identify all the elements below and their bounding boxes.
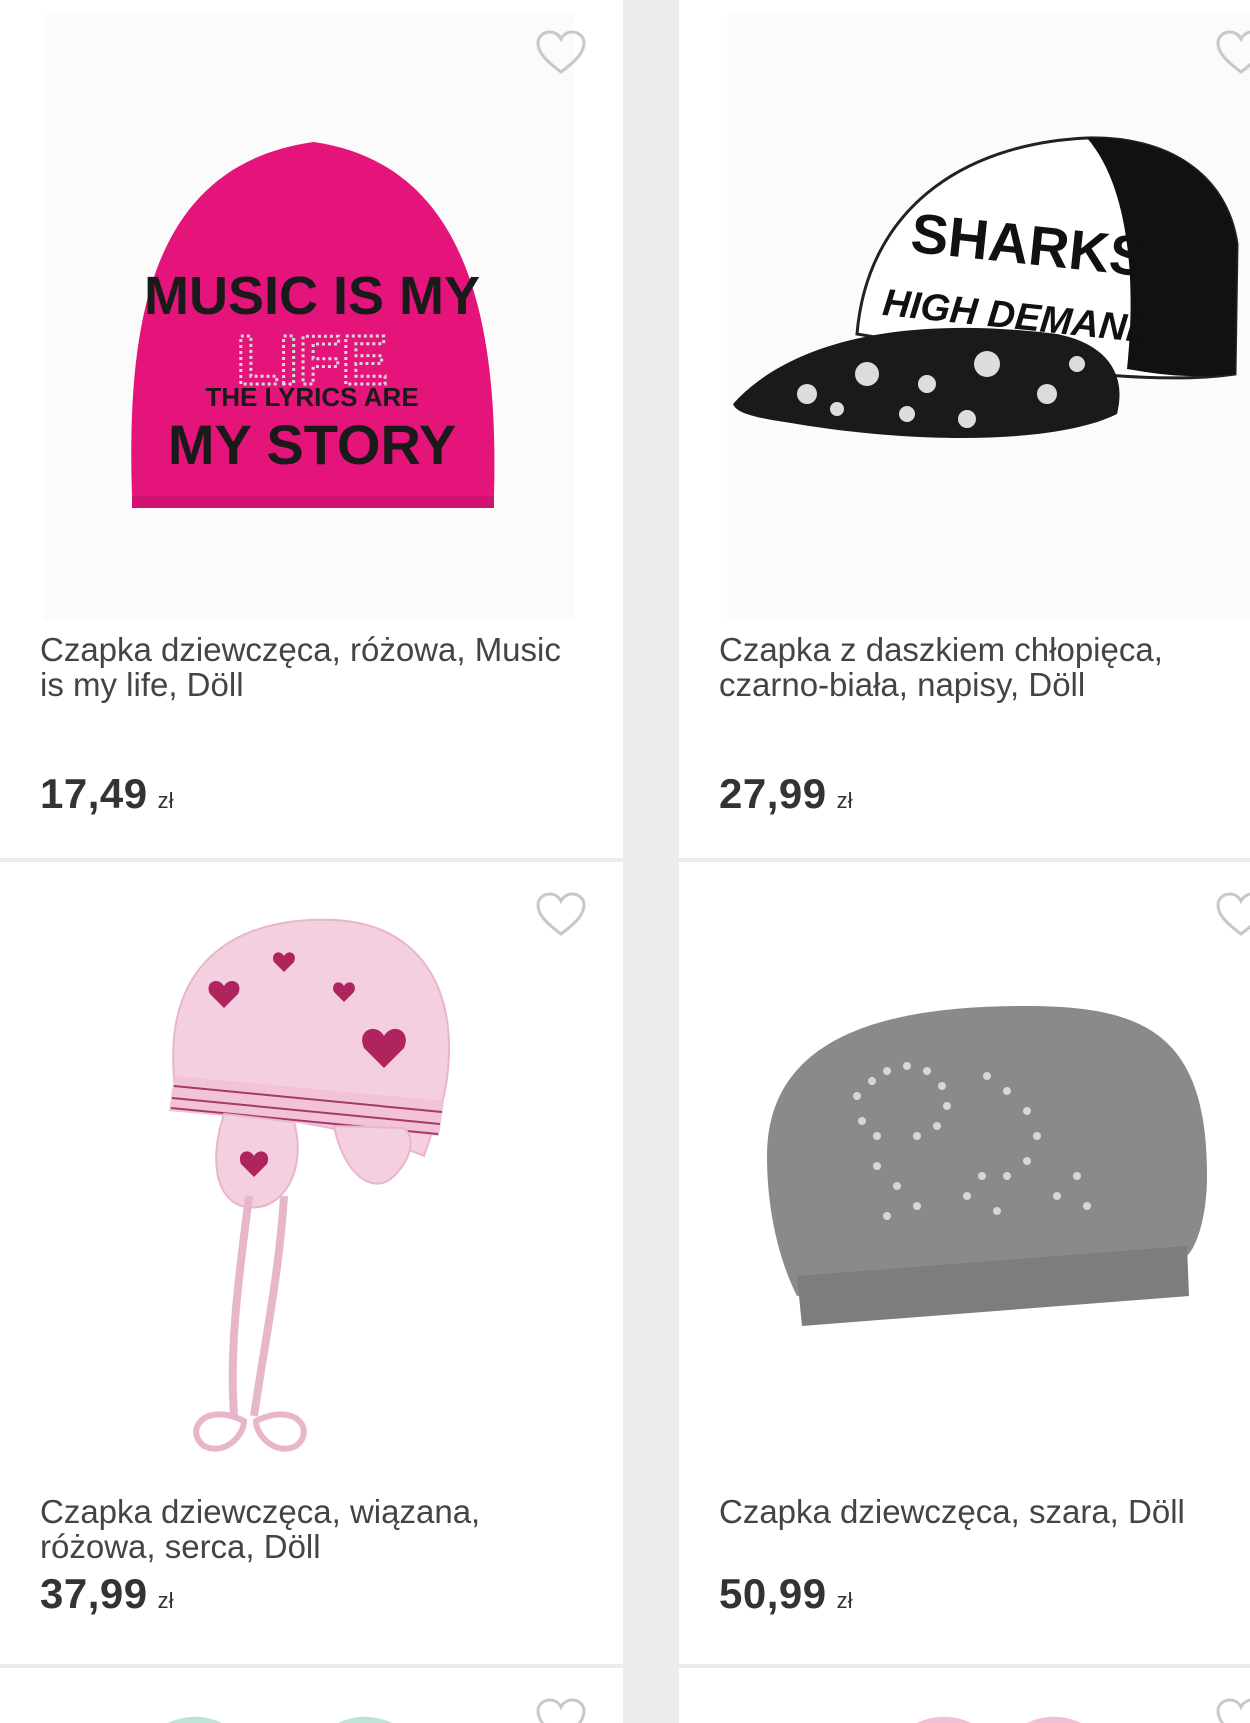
heart-outline-icon[interactable]	[1215, 30, 1250, 76]
print-line-1: MUSIC IS MY	[144, 266, 480, 326]
product-grid: MUSIC IS MY LIFE THE LYRICS ARE MY STORY…	[0, 0, 1250, 1723]
price-amount: 27,99	[719, 770, 827, 817]
product-title[interactable]: Czapka dziewczęca, różowa, Music is my l…	[40, 632, 580, 702]
pink-hearts-hat-image	[169, 918, 451, 1452]
product-image[interactable]	[44, 876, 574, 1482]
heart-outline-icon[interactable]	[535, 30, 587, 76]
product-price: 27,99 zł	[719, 770, 853, 818]
product-image[interactable]	[727, 876, 1250, 1482]
price-currency: zł	[157, 788, 174, 813]
price-amount: 17,49	[40, 770, 148, 817]
price-currency: zł	[836, 788, 853, 813]
heart-outline-icon[interactable]	[1215, 892, 1250, 938]
product-image-partial	[917, 1716, 1081, 1723]
price-currency: zł	[836, 1588, 853, 1613]
product-price: 37,99 zł	[40, 1570, 174, 1618]
price-amount: 50,99	[719, 1570, 827, 1617]
product-card[interactable]: SHARKS HIGH DEMAND Czapka z daszkiem chł…	[679, 0, 1250, 858]
product-image[interactable]: MUSIC IS MY LIFE THE LYRICS ARE MY STORY	[44, 14, 574, 620]
product-image[interactable]: SHARKS HIGH DEMAND	[727, 14, 1250, 620]
product-card[interactable]: Czapka dziewczęca, szara, Döll 50,99 zł	[679, 862, 1250, 1664]
product-price: 17,49 zł	[40, 770, 174, 818]
product-title[interactable]: Czapka z daszkiem chłopięca, czarno-biał…	[719, 632, 1219, 702]
product-card[interactable]	[679, 1668, 1250, 1723]
price-currency: zł	[157, 1588, 174, 1613]
heart-outline-icon[interactable]	[1215, 1698, 1250, 1723]
product-image-partial	[168, 1716, 392, 1723]
product-title[interactable]: Czapka dziewczęca, szara, Döll	[719, 1494, 1219, 1529]
product-card[interactable]	[0, 1668, 623, 1723]
price-amount: 37,99	[40, 1570, 148, 1617]
product-title[interactable]: Czapka dziewczęca, wiązana, różowa, serc…	[40, 1494, 580, 1564]
print-line-4: MY STORY	[168, 413, 456, 476]
pink-beanie-image: MUSIC IS MY LIFE THE LYRICS ARE MY STORY	[131, 142, 495, 508]
grey-beanie-image	[767, 1006, 1207, 1326]
heart-outline-icon[interactable]	[535, 1698, 587, 1723]
print-line-3: THE LYRICS ARE	[205, 382, 418, 412]
product-price: 50,99 zł	[719, 1570, 853, 1618]
heart-outline-icon[interactable]	[535, 892, 587, 938]
product-card[interactable]: Czapka dziewczęca, wiązana, różowa, serc…	[0, 862, 623, 1664]
black-white-cap-image: SHARKS HIGH DEMAND	[733, 136, 1239, 438]
product-card[interactable]: MUSIC IS MY LIFE THE LYRICS ARE MY STORY…	[0, 0, 623, 858]
